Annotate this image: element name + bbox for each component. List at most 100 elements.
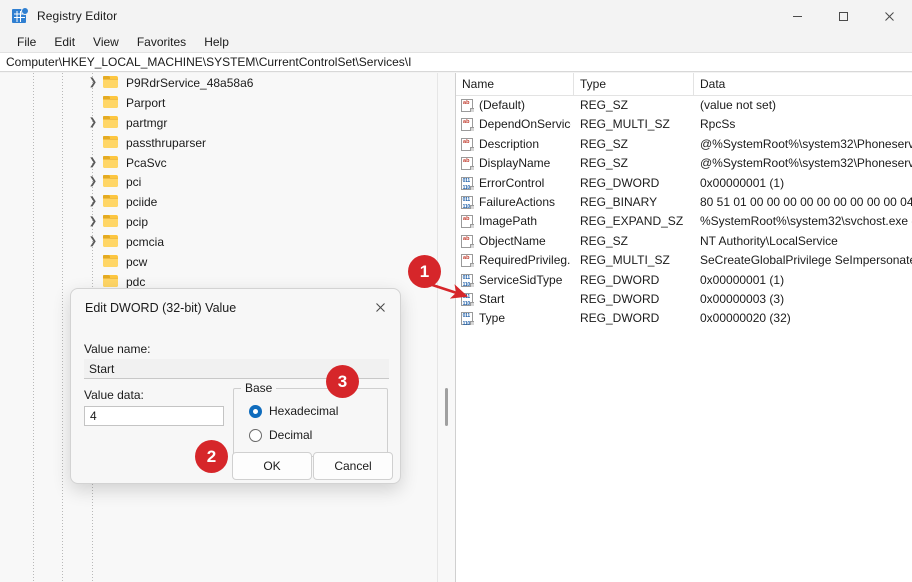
value-type: REG_DWORD <box>580 175 660 190</box>
chevron-right-icon[interactable]: ❯ <box>86 217 100 227</box>
tree-item[interactable]: pcw <box>0 252 437 272</box>
tree-item[interactable]: ❯ pcip <box>0 212 437 232</box>
menu-help[interactable]: Help <box>195 33 238 51</box>
value-type: REG_EXPAND_SZ <box>580 214 684 229</box>
value-type: REG_SZ <box>580 136 629 151</box>
tree-item-label: pcw <box>126 254 148 269</box>
minimize-button[interactable] <box>774 0 820 32</box>
chevron-right-icon[interactable]: ❯ <box>86 237 100 247</box>
tree-item[interactable]: ❯ partmgr <box>0 113 437 133</box>
tree-item[interactable]: Parport <box>0 93 437 113</box>
ok-button[interactable]: OK <box>232 452 312 480</box>
value-type: REG_DWORD <box>580 291 660 306</box>
value-data-label: Value data: <box>84 388 144 402</box>
folder-icon <box>103 274 118 287</box>
value-data-input[interactable] <box>84 406 224 426</box>
list-item[interactable]: ab DisplayName REG_SZ @%SystemRoot%\system3… <box>456 154 912 173</box>
folder-icon <box>103 215 118 228</box>
value-type: REG_SZ <box>580 233 629 248</box>
base-groupbox <box>233 388 388 457</box>
list-item[interactable]: 011 110 FailureActions REG_BINARY 80 51 01 0… <box>456 193 912 212</box>
value-name: ObjectName <box>479 233 546 248</box>
menu-file[interactable]: File <box>8 33 45 51</box>
tree-item-label: pci <box>126 175 142 190</box>
cancel-button[interactable]: Cancel <box>313 452 393 480</box>
folder-icon <box>103 115 118 128</box>
dword-value-icon: 011 110 <box>461 273 474 288</box>
pane-splitter[interactable] <box>437 73 456 582</box>
dword-value-icon: 011 110 <box>461 292 474 307</box>
list-header: Name Type Data <box>456 73 912 96</box>
chevron-right-icon[interactable]: ❯ <box>86 157 100 168</box>
base-group-label: Base <box>241 381 277 395</box>
close-button[interactable] <box>866 0 912 32</box>
string-value-icon: ab <box>461 118 474 132</box>
tree-item[interactable]: ❯ PcaSvc <box>0 153 437 173</box>
menu-view[interactable]: View <box>84 33 128 51</box>
value-type: REG_MULTI_SZ <box>580 117 670 132</box>
tree-item[interactable]: passthruparser <box>0 133 437 153</box>
list-item[interactable]: ab ObjectName REG_SZ NT Authority\LocalServ… <box>456 232 912 251</box>
radio-hexadecimal[interactable]: Hexadecimal <box>249 404 338 418</box>
address-bar[interactable]: Computer\HKEY_LOCAL_MACHINE\SYSTEM\Curre… <box>0 52 912 72</box>
chevron-right-icon[interactable]: ❯ <box>86 177 100 187</box>
list-item[interactable]: ab ImagePath REG_EXPAND_SZ %SystemRoot%\sys… <box>456 212 912 231</box>
tree-item-label: Parport <box>126 95 166 110</box>
value-type: REG_SZ <box>580 98 629 112</box>
chevron-right-icon[interactable]: ❯ <box>86 77 100 88</box>
tree-item-label: partmgr <box>126 115 168 130</box>
radio-decimal-indicator <box>249 428 262 442</box>
value-type: REG_DWORD <box>580 311 660 326</box>
value-data: 0x00000001 (1) <box>700 272 785 287</box>
registry-path: Computer\HKEY_LOCAL_MACHINE\SYSTEM\Curre… <box>6 55 412 69</box>
annotation-badge-2: 2 <box>195 440 228 473</box>
tree-item[interactable]: ❯ pcmcia <box>0 232 437 252</box>
tree-item[interactable]: ❯ P9RdrService_48a58a6 <box>0 73 437 93</box>
maximize-button[interactable] <box>820 0 866 32</box>
menu-bar: File Edit View Favorites Help <box>0 32 912 52</box>
value-type: REG_MULTI_SZ <box>580 253 670 268</box>
string-value-icon: ab <box>461 157 474 171</box>
column-header-name[interactable]: Name <box>456 73 574 95</box>
tree-item-label: pciide <box>126 195 158 210</box>
value-data: SeCreateGlobalPrivilege SeImpersonatel <box>700 253 912 268</box>
list-item[interactable]: 011 110 Type REG_DWORD 0x00000020 (32) <box>456 309 912 328</box>
column-header-data[interactable]: Data <box>694 73 912 95</box>
folder-icon <box>103 155 118 168</box>
value-data: (value not set) <box>700 98 777 112</box>
registry-editor-window: Registry Editor File Edit View Favorites… <box>0 0 912 582</box>
dialog-close-icon[interactable] <box>368 295 392 319</box>
folder-icon <box>103 255 118 268</box>
window-title: Registry Editor <box>37 9 118 23</box>
value-type: REG_DWORD <box>580 272 660 287</box>
list-item[interactable]: 011 110 Start REG_DWORD 0x00000003 (3) <box>456 290 912 309</box>
list-item[interactable]: ab DependOnService REG_MULTI_SZ RpcSs <box>456 115 912 134</box>
list-item[interactable]: ab (Default) REG_SZ (value not set) <box>456 96 912 115</box>
tree-scrollbar-thumb[interactable] <box>445 388 448 426</box>
value-name: FailureActions <box>479 194 556 209</box>
value-name: Description <box>479 136 540 151</box>
folder-icon <box>103 76 118 88</box>
menu-favorites[interactable]: Favorites <box>128 33 195 51</box>
title-bar: Registry Editor <box>0 0 912 32</box>
radio-decimal[interactable]: Decimal <box>249 428 312 442</box>
tree-item[interactable]: ❯ pci <box>0 172 437 192</box>
value-name-label: Value name: <box>84 342 151 356</box>
folder-icon <box>103 95 118 108</box>
tree-item[interactable]: ❯ pciide <box>0 192 437 212</box>
value-name: Start <box>479 291 505 306</box>
registry-values-pane[interactable]: Name Type Data ab (Default) REG_SZ (value n… <box>455 73 912 582</box>
list-item[interactable]: 011 110 ErrorControl REG_DWORD 0x00000001 (1… <box>456 174 912 193</box>
list-item[interactable]: ab Description REG_SZ @%SystemRoot%\system3… <box>456 135 912 154</box>
value-name: DependOnService <box>479 117 571 132</box>
value-name: ErrorControl <box>479 175 545 190</box>
chevron-right-icon[interactable]: ❯ <box>86 197 100 207</box>
list-item[interactable]: 011 110 ServiceSidType REG_DWORD 0x00000001 … <box>456 271 912 290</box>
value-type: REG_BINARY <box>580 194 658 209</box>
column-header-type[interactable]: Type <box>574 73 694 95</box>
title-bar-left: Registry Editor <box>12 0 117 32</box>
value-data: NT Authority\LocalService <box>700 233 838 248</box>
menu-edit[interactable]: Edit <box>45 33 84 51</box>
chevron-right-icon[interactable]: ❯ <box>86 117 100 128</box>
list-item[interactable]: ab RequiredPrivileg... REG_MULTI_SZ SeCreat… <box>456 251 912 270</box>
